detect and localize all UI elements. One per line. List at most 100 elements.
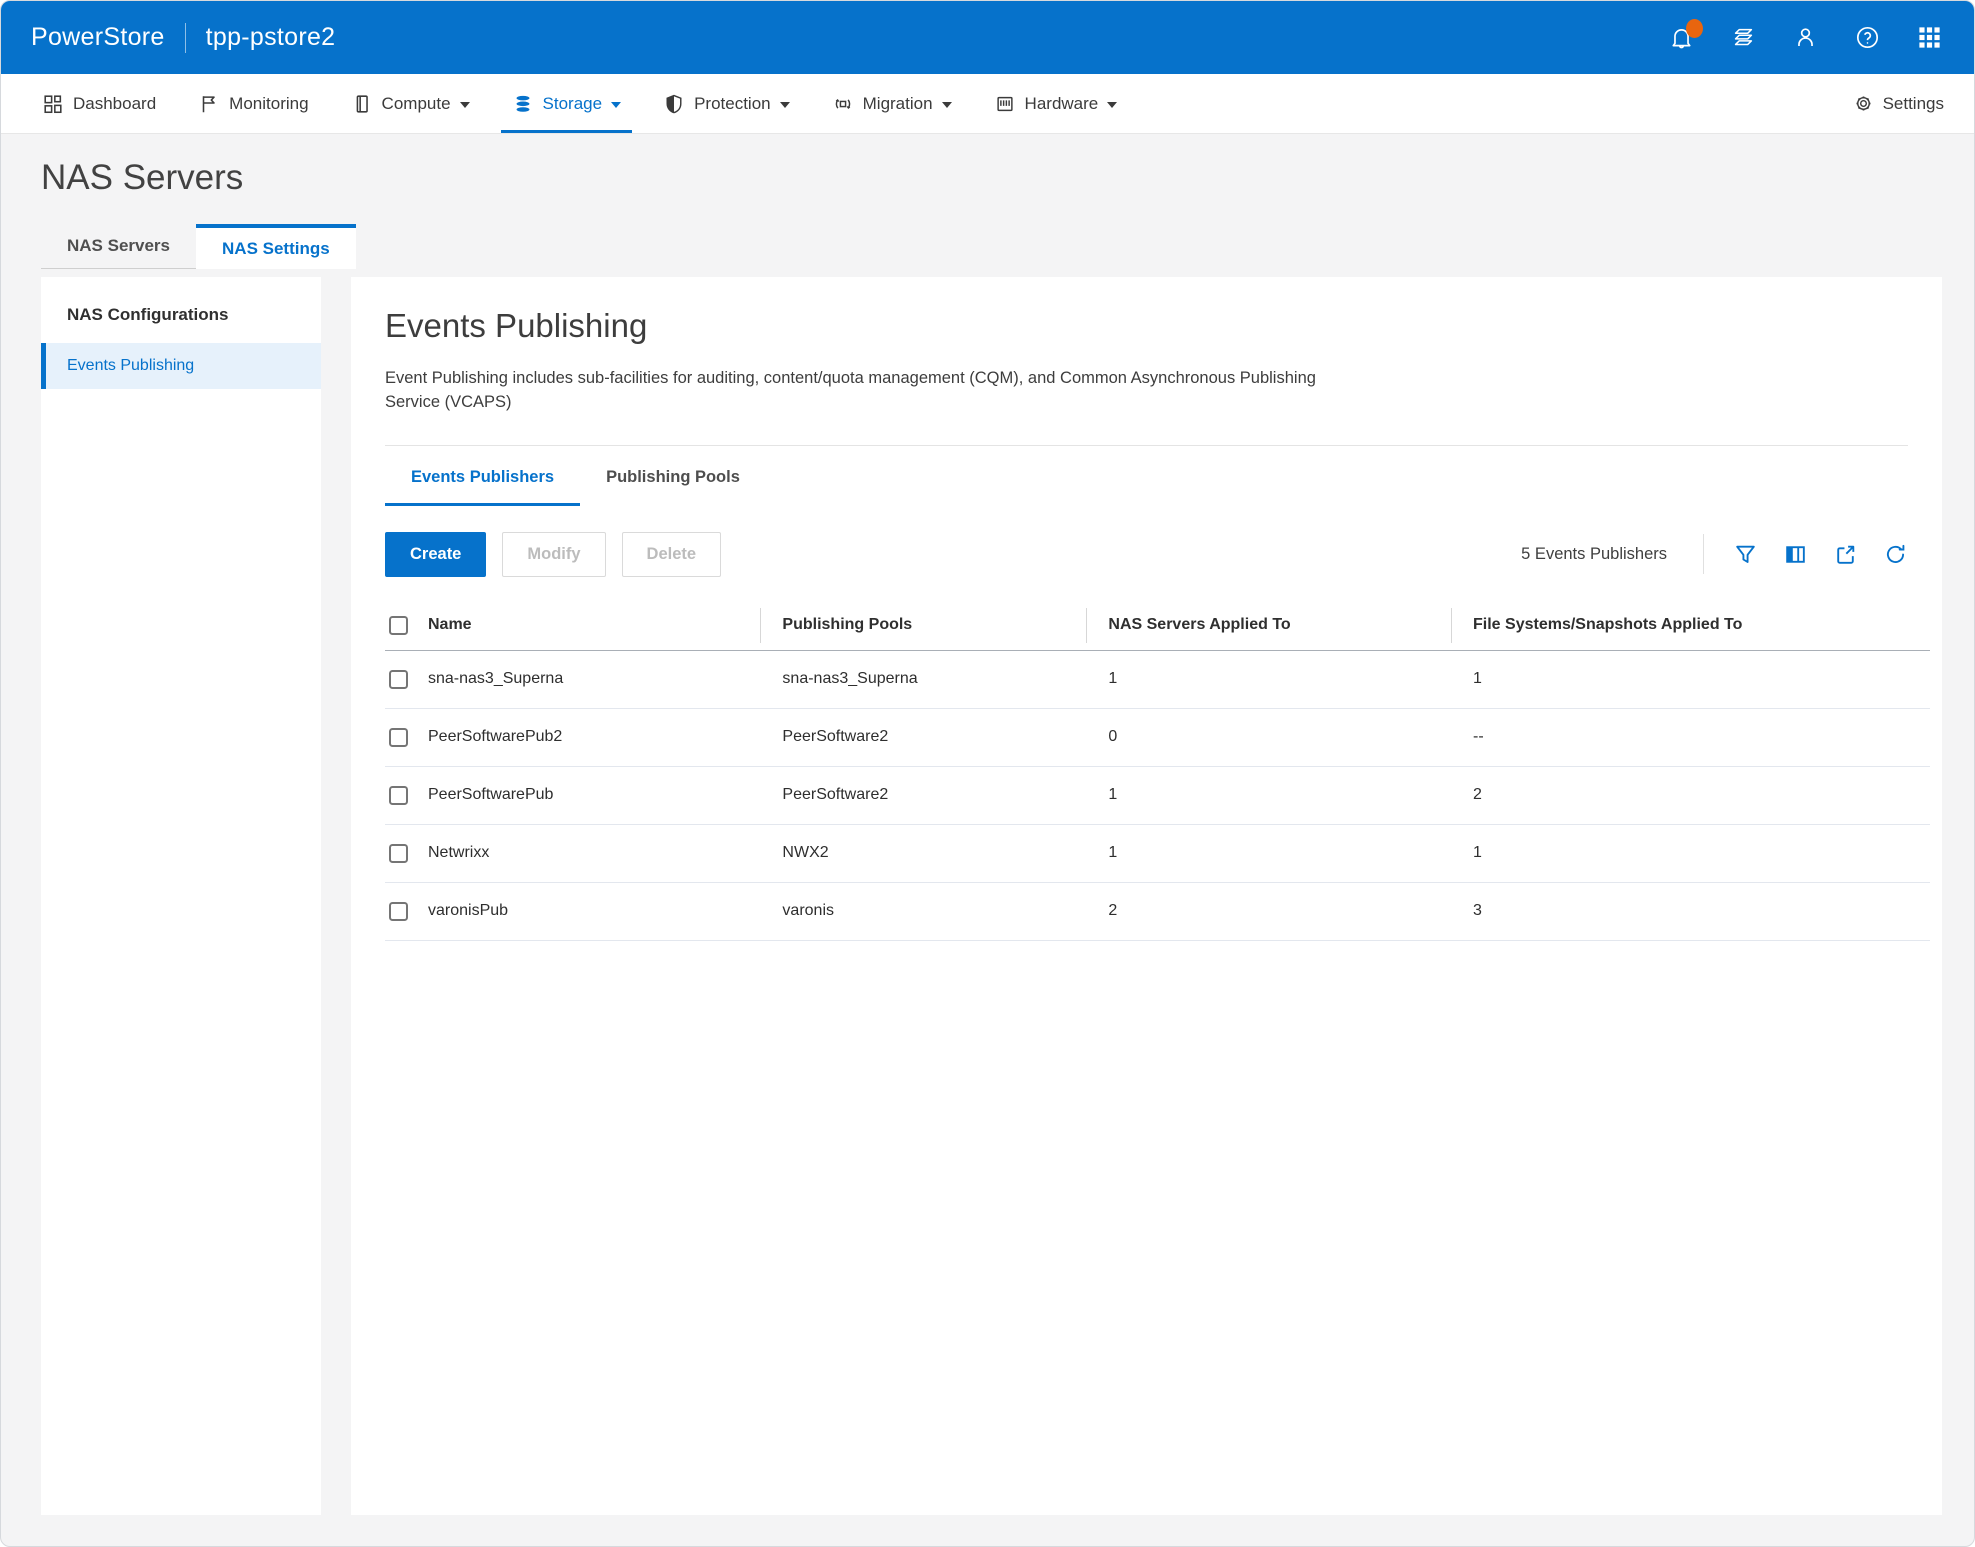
chevron-down-icon [460, 102, 470, 108]
cell-name: sna-nas3_Superna [428, 670, 563, 688]
page-tabs: NAS Servers NAS Settings [41, 224, 1974, 269]
cell-name: Netwrixx [428, 844, 489, 862]
table-row[interactable]: sna-nas3_Superna sna-nas3_Superna 1 1 [385, 651, 1930, 709]
hardware-icon [994, 93, 1016, 115]
column-header-file-systems: File Systems/Snapshots Applied To [1451, 601, 1930, 650]
subtabs: Events Publishers Publishing Pools [351, 448, 1942, 506]
cell-file-systems: 1 [1451, 670, 1930, 688]
row-checkbox[interactable] [389, 786, 408, 805]
toolbar-divider [1703, 534, 1704, 574]
column-header-nas-servers: NAS Servers Applied To [1086, 601, 1451, 650]
row-checkbox[interactable] [389, 844, 408, 863]
cell-name: PeerSoftwarePub [428, 786, 553, 804]
nav-label: Monitoring [229, 94, 308, 114]
cell-file-systems: 1 [1451, 844, 1930, 862]
chevron-down-icon [1107, 102, 1117, 108]
subtab-events-publishers[interactable]: Events Publishers [385, 448, 580, 506]
chevron-down-icon [611, 102, 621, 108]
cell-publishing-pool: NWX2 [760, 844, 1086, 862]
main-heading: Events Publishing [385, 307, 1940, 345]
table-row[interactable]: PeerSoftwarePub2 PeerSoftware2 0 -- [385, 709, 1930, 767]
table-row[interactable]: varonisPub varonis 2 3 [385, 883, 1930, 941]
column-header-name: Name [428, 616, 472, 634]
nav-item-monitoring[interactable]: Monitoring [177, 74, 329, 133]
migration-icon [832, 93, 854, 115]
powerstore-app-window: PowerStore tpp-pstore2 [0, 0, 1975, 1547]
monitoring-icon [198, 93, 220, 115]
table-row[interactable]: PeerSoftwarePub PeerSoftware2 1 2 [385, 767, 1930, 825]
content-area: NAS Configurations Events Publishing Eve… [1, 269, 1974, 1515]
cell-nas-servers: 0 [1086, 728, 1451, 746]
subtab-publishing-pools[interactable]: Publishing Pools [580, 448, 766, 506]
tab-nas-servers[interactable]: NAS Servers [41, 224, 196, 269]
nav-label: Compute [382, 94, 451, 114]
sidebar-header: NAS Configurations [41, 277, 321, 325]
sidebar: NAS Configurations Events Publishing [41, 277, 321, 1515]
row-checkbox[interactable] [389, 902, 408, 921]
cell-publishing-pool: varonis [760, 902, 1086, 920]
table-row[interactable]: Netwrixx NWX2 1 1 [385, 825, 1930, 883]
cell-name: varonisPub [428, 902, 508, 920]
refresh-icon[interactable] [1882, 541, 1908, 567]
nav-item-dashboard[interactable]: Dashboard [21, 74, 177, 133]
main-description: Event Publishing includes sub-facilities… [385, 367, 1330, 415]
select-all-checkbox[interactable] [389, 616, 408, 635]
storage-icon [512, 93, 534, 115]
help-icon[interactable] [1852, 23, 1882, 53]
nav-label: Protection [694, 94, 771, 114]
jobs-stack-icon[interactable] [1728, 23, 1758, 53]
notification-badge [1686, 19, 1703, 38]
cell-publishing-pool: PeerSoftware2 [760, 786, 1086, 804]
cell-nas-servers: 2 [1086, 902, 1451, 920]
protection-icon [663, 93, 685, 115]
system-name: tpp-pstore2 [206, 23, 336, 52]
sidebar-item-events-publishing[interactable]: Events Publishing [41, 343, 321, 389]
row-checkbox[interactable] [389, 728, 408, 747]
nav-label: Migration [863, 94, 933, 114]
nav-item-storage[interactable]: Storage [491, 74, 643, 133]
brand-logo: PowerStore [31, 23, 165, 52]
export-icon[interactable] [1832, 541, 1858, 567]
filter-icon[interactable] [1732, 541, 1758, 567]
cell-publishing-pool: sna-nas3_Superna [760, 670, 1086, 688]
cell-file-systems: 3 [1451, 902, 1930, 920]
cell-nas-servers: 1 [1086, 670, 1451, 688]
toolbar-right: 5 Events Publishers [1521, 534, 1908, 574]
cell-file-systems: 2 [1451, 786, 1930, 804]
gear-icon [1853, 93, 1874, 114]
column-header-publishing-pools: Publishing Pools [760, 601, 1086, 650]
toolbar: Create Modify Delete 5 Events Publishers [385, 532, 1908, 577]
nav-label: Dashboard [73, 94, 156, 114]
main-nav: Dashboard Monitoring Compute Storage [1, 74, 1974, 134]
cell-nas-servers: 1 [1086, 786, 1451, 804]
chevron-down-icon [942, 102, 952, 108]
columns-icon[interactable] [1782, 541, 1808, 567]
cell-name: PeerSoftwarePub2 [428, 728, 562, 746]
nav-item-compute[interactable]: Compute [330, 74, 491, 133]
dashboard-icon [42, 93, 64, 115]
section-divider [385, 445, 1908, 446]
nav-label: Storage [543, 94, 603, 114]
row-checkbox[interactable] [389, 670, 408, 689]
apps-grid-icon[interactable] [1914, 23, 1944, 53]
settings-label: Settings [1883, 94, 1944, 114]
nav-label: Hardware [1025, 94, 1099, 114]
delete-button[interactable]: Delete [622, 532, 722, 577]
settings-button[interactable]: Settings [1841, 74, 1956, 133]
cell-nas-servers: 1 [1086, 844, 1451, 862]
nav-item-hardware[interactable]: Hardware [973, 74, 1139, 133]
compute-icon [351, 93, 373, 115]
user-icon[interactable] [1790, 23, 1820, 53]
cell-publishing-pool: PeerSoftware2 [760, 728, 1086, 746]
topbar-divider [185, 23, 186, 53]
modify-button[interactable]: Modify [502, 532, 605, 577]
create-button[interactable]: Create [385, 532, 486, 577]
nav-item-migration[interactable]: Migration [811, 74, 973, 133]
cell-file-systems: -- [1451, 728, 1930, 746]
notifications-bell-icon[interactable] [1666, 23, 1696, 53]
topbar-actions [1666, 23, 1944, 53]
tab-nas-settings[interactable]: NAS Settings [196, 224, 356, 269]
main-panel: Events Publishing Event Publishing inclu… [351, 277, 1942, 1515]
nav-item-protection[interactable]: Protection [642, 74, 811, 133]
events-publishers-table: Name Publishing Pools NAS Servers Applie… [385, 601, 1930, 941]
